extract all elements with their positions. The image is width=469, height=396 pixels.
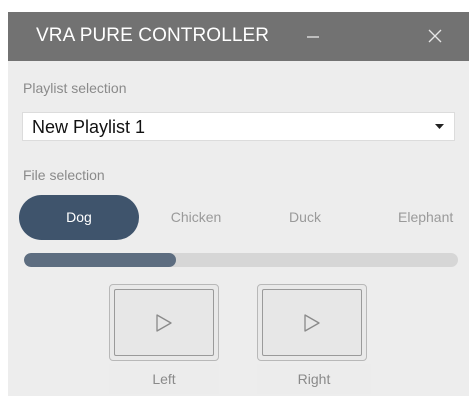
play-right-button[interactable] [257, 284, 367, 361]
minimize-button[interactable] [298, 21, 328, 51]
file-tab-duck[interactable]: Duck [255, 195, 355, 240]
file-tab-dog[interactable]: Dog [19, 195, 139, 240]
close-button[interactable] [420, 21, 450, 51]
file-tab-chicken[interactable]: Chicken [146, 195, 246, 240]
playlist-selection-label: Playlist selection [23, 80, 127, 96]
close-icon [428, 29, 442, 43]
minimize-icon [307, 36, 319, 38]
progress-fill [24, 253, 176, 267]
play-icon [156, 314, 172, 332]
play-left-label: Left [109, 364, 219, 394]
play-left-button[interactable] [109, 284, 219, 361]
title-bar[interactable]: VRA PURE CONTROLLER [8, 12, 469, 61]
playlist-dropdown[interactable]: New Playlist 1 [22, 112, 455, 141]
playlist-selected-value: New Playlist 1 [32, 117, 146, 137]
app-window: VRA PURE CONTROLLER Playlist selection N… [8, 12, 469, 396]
play-right-label: Right [257, 364, 371, 394]
file-tab-elephant[interactable]: Elephant [390, 195, 469, 240]
window-title: VRA PURE CONTROLLER [36, 25, 270, 46]
play-icon [304, 314, 320, 332]
file-selection-label: File selection [23, 167, 105, 183]
caret-down-icon [435, 124, 444, 129]
playback-progress-bar[interactable] [24, 253, 458, 267]
